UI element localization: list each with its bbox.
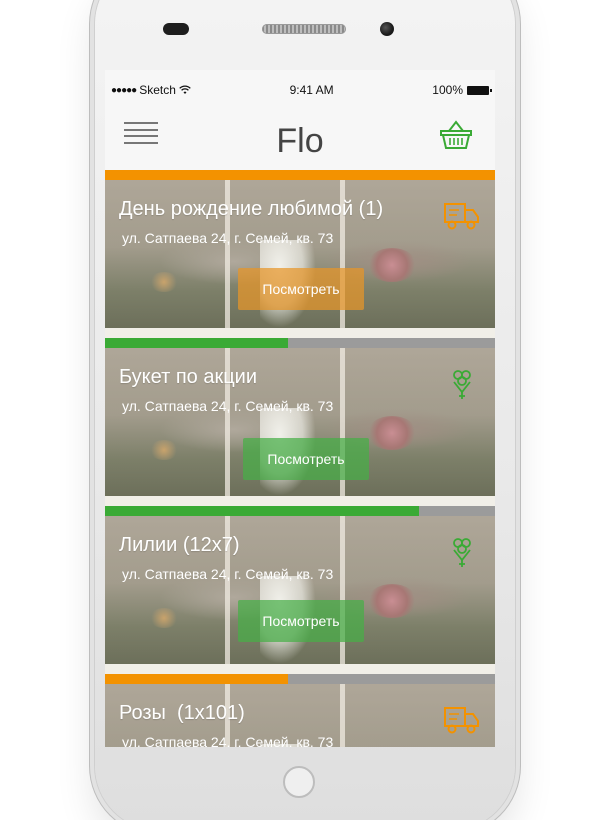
flower-arrangement (367, 248, 417, 282)
view-order-button[interactable]: Посмотреть (238, 600, 364, 642)
card-separator (105, 496, 495, 506)
phone-screen: ●●●●● Sketch 9:41 AM 100% Flo День рожде… (105, 70, 495, 747)
order-card[interactable]: Лилии (12x7) ул. Сатпаева 24, г. Семей, к… (105, 506, 495, 674)
order-progress-bar (105, 170, 495, 180)
status-left: ●●●●● Sketch (111, 83, 191, 97)
order-address: ул. Сатпаева 24, г. Семей, кв. 73 (122, 734, 334, 747)
flower-arrangement (367, 584, 417, 618)
bouquet-icon (453, 370, 471, 399)
order-address: ул. Сатпаева 24, г. Семей, кв. 73 (122, 566, 334, 582)
flower-arrangement (149, 272, 179, 292)
carrier-label: Sketch (139, 83, 176, 97)
home-button[interactable] (283, 766, 315, 798)
bouquet-icon (453, 538, 471, 567)
order-title: Букет по акции (119, 366, 258, 388)
order-address: ул. Сатпаева 24, г. Семей, кв. 73 (122, 398, 334, 414)
order-card[interactable]: Букет по акции ул. Сатпаева 24, г. Семей,… (105, 338, 495, 506)
order-progress-bar (105, 674, 495, 684)
proximity-sensor (163, 23, 189, 35)
order-card[interactable]: День рождение любимой (1) ул. Сатпаева 24… (105, 170, 495, 338)
order-address: ул. Сатпаева 24, г. Семей, кв. 73 (122, 230, 334, 246)
view-order-button[interactable]: Посмотреть (243, 438, 369, 480)
order-card-background: Лилии (12x7) ул. Сатпаева 24, г. Семей, к… (105, 516, 495, 664)
order-progress-fill (105, 506, 419, 516)
battery-icon (467, 85, 492, 95)
order-card[interactable]: Розы (1x101) ул. Сатпаева 24, г. Семей, к… (105, 674, 495, 747)
clock: 9:41 AM (289, 83, 334, 97)
view-order-button[interactable]: Посмотреть (238, 268, 364, 310)
delivery-truck-icon (444, 203, 479, 230)
wifi-icon (179, 85, 191, 94)
orders-list: День рождение любимой (1) ул. Сатпаева 24… (105, 170, 495, 747)
flower-arrangement (149, 608, 179, 628)
order-progress-bar (105, 338, 495, 348)
order-progress-fill (105, 674, 289, 684)
order-progress-fill (105, 338, 289, 348)
order-card-background: Розы (1x101) ул. Сатпаева 24, г. Семей, к… (105, 684, 495, 747)
app-title: Flo (276, 122, 324, 160)
order-card-background: День рождение любимой (1) ул. Сатпаева 24… (105, 180, 495, 328)
status-right: 100% (432, 83, 492, 97)
status-bar: ●●●●● Sketch 9:41 AM 100% (105, 70, 495, 110)
signal-icon: ●●●●● (111, 84, 137, 96)
order-progress-fill (105, 170, 495, 180)
order-progress-bar (105, 506, 495, 516)
battery-percent: 100% (432, 83, 463, 97)
order-title: Розы (1x101) (119, 702, 245, 724)
flower-arrangement (149, 440, 179, 460)
card-separator (105, 328, 495, 338)
card-separator (105, 664, 495, 674)
order-title: День рождение любимой (1) (119, 198, 384, 220)
order-card-background: Букет по акции ул. Сатпаева 24, г. Семей,… (105, 348, 495, 496)
order-title: Лилии (12x7) (119, 534, 240, 556)
front-camera (380, 22, 394, 36)
flower-arrangement (367, 416, 417, 450)
nav-bar: Flo (105, 110, 495, 170)
earpiece-speaker (262, 24, 346, 34)
basket-icon[interactable] (439, 120, 473, 150)
delivery-truck-icon (444, 707, 479, 734)
